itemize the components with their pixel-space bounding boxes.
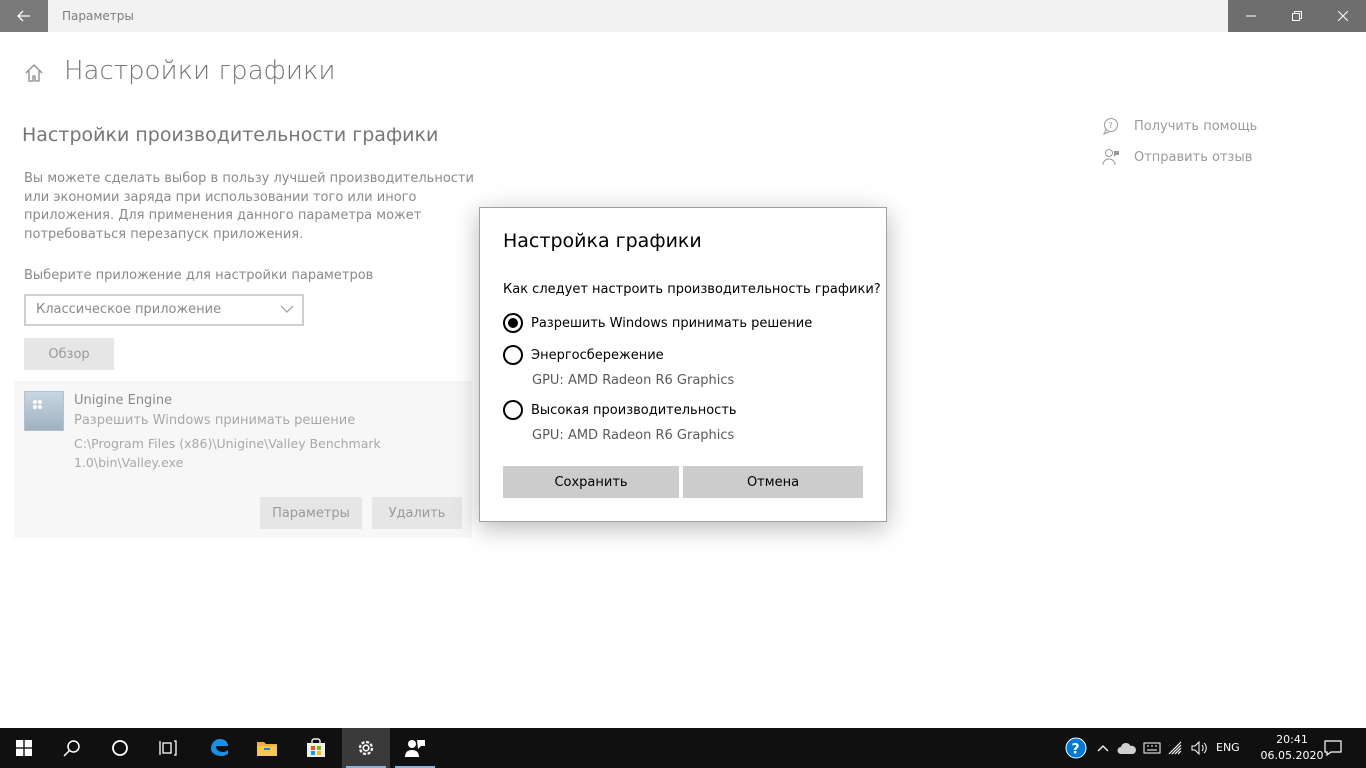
dialog-title: Настройка графики xyxy=(503,230,702,252)
app-type-select[interactable]: Классическое приложение xyxy=(24,294,304,326)
radio-high-performance[interactable] xyxy=(503,400,523,420)
input-language[interactable]: ENG xyxy=(1216,741,1240,754)
help-circle-icon: ? xyxy=(1065,737,1087,759)
taskbar-edge[interactable] xyxy=(195,728,243,768)
option-label: Разрешить Windows принимать решение xyxy=(531,315,813,331)
page-title: Настройки графики xyxy=(64,56,336,86)
cortana-button[interactable] xyxy=(96,728,144,768)
option-high-performance[interactable]: Высокая производительность xyxy=(503,400,737,420)
minimize-button[interactable] xyxy=(1228,0,1274,32)
tray-volume[interactable] xyxy=(1189,728,1211,768)
back-arrow-icon xyxy=(17,10,30,22)
chevron-up-icon xyxy=(1097,745,1109,752)
tray-help[interactable]: ? xyxy=(1064,728,1088,768)
cortana-circle-icon xyxy=(112,740,128,756)
close-button[interactable] xyxy=(1320,0,1366,32)
clock-time: 20:41 xyxy=(1276,733,1308,746)
app-name: Unigine Engine xyxy=(74,393,173,408)
save-button[interactable]: Сохранить xyxy=(503,466,679,498)
app-entry-card[interactable]: Unigine Engine Разрешить Windows принима… xyxy=(14,381,472,538)
unigine-logo-icon xyxy=(33,400,42,409)
option-label: Высокая производительность xyxy=(531,402,737,418)
back-button[interactable] xyxy=(0,0,48,32)
option-let-windows-decide[interactable]: Разрешить Windows принимать решение xyxy=(503,313,812,333)
cloud-icon xyxy=(1117,742,1136,754)
feedback-person-icon xyxy=(1102,149,1119,166)
high-performance-gpu: GPU: AMD Radeon R6 Graphics xyxy=(532,428,735,443)
taskbar: ? ENG 20:41 06.05.2020 xyxy=(0,728,1366,768)
start-button[interactable] xyxy=(0,728,48,768)
task-view-icon xyxy=(159,740,177,756)
remove-button[interactable]: Удалить xyxy=(372,497,462,529)
get-help-label: Получить помощь xyxy=(1134,118,1258,134)
chevron-down-icon xyxy=(280,305,294,313)
cancel-button[interactable]: Отмена xyxy=(683,466,863,498)
taskbar-explorer[interactable] xyxy=(243,728,291,768)
app-type-select-value: Классическое приложение xyxy=(36,302,222,317)
section-title: Настройки производительности графики xyxy=(22,124,439,146)
option-label: Энергосбережение xyxy=(531,347,664,363)
close-icon xyxy=(1338,11,1348,21)
radio-power-saving[interactable] xyxy=(503,345,523,365)
speaker-icon xyxy=(1191,741,1207,755)
radio-let-windows-decide[interactable] xyxy=(503,313,523,333)
taskbar-store[interactable] xyxy=(292,728,340,768)
folder-icon xyxy=(257,742,277,756)
power-saving-gpu: GPU: AMD Radeon R6 Graphics xyxy=(532,373,735,388)
svg-text:?: ? xyxy=(1072,742,1080,758)
windows-logo-icon xyxy=(16,740,32,756)
edge-browser-icon xyxy=(211,739,228,756)
restore-button[interactable] xyxy=(1274,0,1320,32)
app-mode: Разрешить Windows принимать решение xyxy=(74,413,356,428)
choose-app-label: Выберите приложение для настройки параме… xyxy=(24,268,374,283)
pen-keyboard-icon xyxy=(1143,742,1161,754)
feedback-link[interactable]: Отправить отзыв xyxy=(1102,148,1252,166)
title-bar: Параметры xyxy=(0,0,1366,32)
tray-network[interactable] xyxy=(1166,728,1188,768)
option-power-saving[interactable]: Энергосбережение xyxy=(503,345,664,365)
tray-onedrive[interactable] xyxy=(1116,728,1138,768)
chat-help-icon: ? xyxy=(1102,118,1118,135)
window-controls xyxy=(1228,0,1366,32)
graphics-settings-dialog: Настройка графики Как следует настроить … xyxy=(479,207,887,522)
task-view-button[interactable] xyxy=(144,728,192,768)
restore-icon xyxy=(1292,11,1302,21)
notification-icon xyxy=(1324,740,1342,756)
get-help-link[interactable]: ? Получить помощь xyxy=(1102,117,1257,135)
gear-icon xyxy=(358,740,374,756)
clock-date: 06.05.2020 xyxy=(1260,749,1324,762)
search-button[interactable] xyxy=(48,728,96,768)
wifi-icon xyxy=(1168,741,1182,755)
feedback-label: Отправить отзыв xyxy=(1134,149,1253,165)
dialog-question: Как следует настроить производительность… xyxy=(503,282,881,297)
minimize-icon xyxy=(1246,15,1256,17)
window-title: Параметры xyxy=(62,9,134,23)
home-icon[interactable] xyxy=(24,63,44,87)
taskbar-feedback-hub[interactable] xyxy=(391,728,439,768)
taskbar-settings[interactable] xyxy=(342,728,390,768)
search-icon xyxy=(63,740,80,757)
app-path: C:\Program Files (x86)\Unigine\Valley Be… xyxy=(74,436,381,470)
svg-text:?: ? xyxy=(1109,121,1113,130)
browse-button[interactable]: Обзор xyxy=(24,338,114,370)
params-button[interactable]: Параметры xyxy=(260,497,362,529)
app-icon xyxy=(24,391,64,431)
clock[interactable]: 20:41 06.05.2020 xyxy=(1260,732,1324,764)
description-text: Вы можете сделать выбор в пользу лучшей … xyxy=(24,171,474,242)
tray-show-hidden[interactable] xyxy=(1094,728,1112,768)
action-center-button[interactable] xyxy=(1318,728,1348,768)
tray-keyboard[interactable] xyxy=(1141,728,1163,768)
feedback-hub-icon xyxy=(405,740,425,757)
store-bag-icon xyxy=(307,738,325,757)
